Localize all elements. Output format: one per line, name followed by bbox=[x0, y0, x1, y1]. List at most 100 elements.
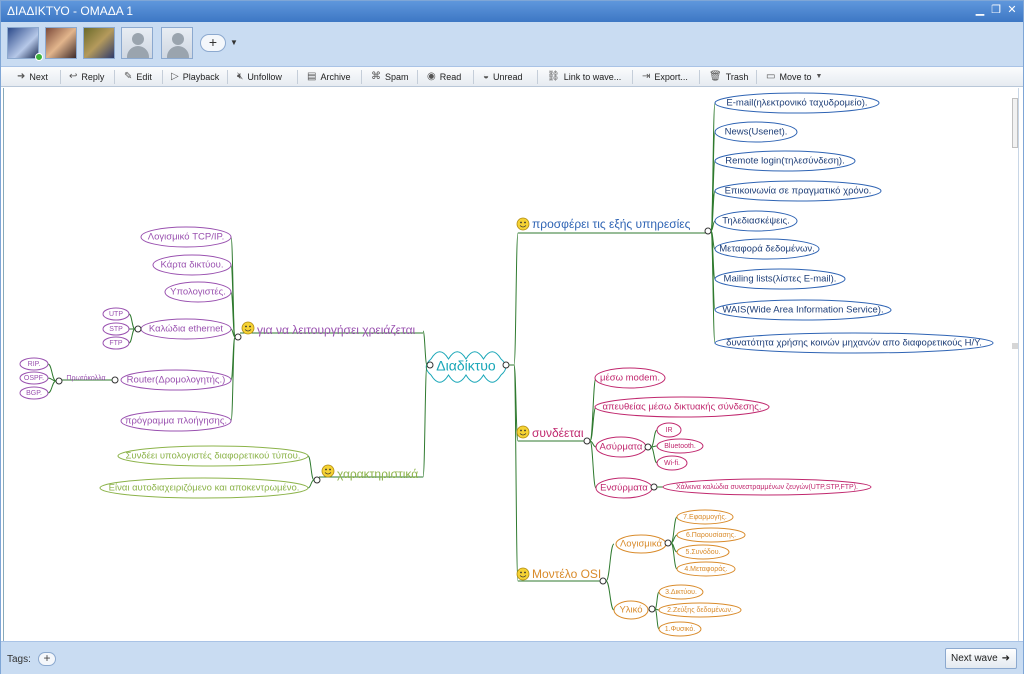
protocol-node[interactable]: RIP. bbox=[19, 357, 49, 371]
software-layer-node[interactable]: 5.Συνόδου. bbox=[676, 544, 730, 560]
protocols-label[interactable]: Πρωτόκολλα bbox=[66, 374, 105, 382]
protocol-node-label: BGP. bbox=[26, 390, 42, 397]
service-node[interactable]: Επικοινωνία σε πραγματικό χρόνο. bbox=[714, 180, 882, 202]
branch-needs[interactable]: για να λειτουργήσει χρειάζεται bbox=[257, 323, 416, 337]
needs-node[interactable]: Λογισμικό TCP/IP. bbox=[140, 226, 232, 248]
add-participant-button[interactable]: + bbox=[200, 34, 226, 52]
needs-node[interactable]: Υπολογιστές. bbox=[164, 281, 232, 303]
needs-node-label: πρόγραμμα πλοήγησης. bbox=[125, 416, 227, 427]
needs-node[interactable]: Κάρτα δικτύου. bbox=[152, 254, 232, 276]
edit-button[interactable]: ✎ Edit bbox=[124, 67, 152, 87]
next-wave-button[interactable]: Next wave ➜ bbox=[945, 648, 1017, 669]
connect-wireless-node[interactable]: Ασύρματα bbox=[595, 436, 647, 458]
protocol-node[interactable]: BGP. bbox=[19, 386, 49, 400]
service-node[interactable]: Μεταφορά δεδομένων. bbox=[714, 238, 820, 260]
avatar[interactable] bbox=[161, 27, 193, 59]
hardware-layer-node[interactable]: 1.Φυσικό. bbox=[658, 621, 702, 637]
add-tag-button[interactable]: + bbox=[38, 652, 56, 666]
avatar[interactable] bbox=[83, 27, 115, 59]
avatar[interactable] bbox=[121, 27, 153, 59]
needs-node[interactable]: πρόγραμμα πλοήγησης. bbox=[120, 410, 232, 432]
connector-line bbox=[605, 543, 615, 582]
collapse-toggle[interactable] bbox=[644, 443, 652, 451]
protocol-node[interactable]: OSPF. bbox=[19, 371, 49, 385]
branch-osi[interactable]: Μοντέλο OSI bbox=[532, 567, 601, 581]
minimize-icon[interactable]: ▁ bbox=[973, 3, 987, 17]
connect-wired-node[interactable]: Ενσύρματα bbox=[595, 477, 653, 499]
service-node[interactable]: E-mail(ηλεκτρονικό ταχυδρομείο). bbox=[714, 92, 880, 114]
feature-node[interactable]: Συνδέει υπολογιστές διαφορετικού τύπου. bbox=[117, 445, 309, 467]
connector-line bbox=[128, 328, 136, 344]
archive-button[interactable]: ▤ Archive bbox=[307, 67, 350, 87]
scrollbar[interactable] bbox=[1012, 98, 1018, 148]
cable-node[interactable]: STP bbox=[102, 322, 130, 336]
next-button[interactable]: ➜ Next bbox=[17, 67, 48, 87]
collapse-toggle[interactable] bbox=[664, 539, 672, 547]
collapse-toggle[interactable] bbox=[650, 483, 658, 491]
avatar[interactable] bbox=[7, 27, 39, 59]
branch-features[interactable]: χαρακτηριστικά bbox=[337, 467, 418, 481]
software-layer-node[interactable]: 4.Μεταφοράς. bbox=[676, 561, 736, 577]
collapse-toggle[interactable] bbox=[134, 325, 142, 333]
collapse-toggle[interactable] bbox=[583, 437, 591, 445]
chevron-down-icon[interactable]: ▼ bbox=[230, 38, 238, 47]
trash-icon: 🗑︎ bbox=[709, 71, 722, 82]
needs-node[interactable]: Router(Δρομολογητής.) bbox=[120, 369, 232, 391]
collapse-toggle[interactable] bbox=[599, 577, 607, 585]
move-to-button[interactable]: ▭ Move to ▼ bbox=[766, 67, 822, 87]
service-node-label: Remote login(τηλεσύνδεση). bbox=[725, 156, 844, 167]
collapse-toggle[interactable] bbox=[313, 476, 321, 484]
wireless-node[interactable]: IR bbox=[656, 422, 682, 438]
close-icon[interactable]: ✕ bbox=[1005, 3, 1019, 17]
service-node[interactable]: News(Usenet). bbox=[714, 121, 798, 143]
read-button[interactable]: ◉ Read bbox=[427, 67, 461, 87]
window-controls: ▁ ❐ ✕ bbox=[973, 3, 1019, 17]
window-title: ΔΙΑΔΙΚΤΥΟ - ΟΜΑΔΑ 1 bbox=[7, 4, 134, 18]
spam-button[interactable]: ⌘ Spam bbox=[371, 67, 409, 87]
avatar[interactable] bbox=[45, 27, 77, 59]
restore-icon[interactable]: ❐ bbox=[989, 3, 1003, 17]
central-node[interactable]: Διαδίκτυο bbox=[425, 351, 507, 383]
collapse-toggle[interactable] bbox=[111, 376, 119, 384]
hardware-layer-node[interactable]: 2.Ζεύξης δεδομένων. bbox=[658, 602, 742, 618]
connector-line bbox=[654, 608, 660, 630]
connect-direct-node[interactable]: απευθείας μέσω δικτυακής σύνδεσης. bbox=[594, 396, 770, 418]
wireless-node[interactable]: Bluetooth. bbox=[656, 438, 704, 454]
export-button[interactable]: ⇥ Export... bbox=[642, 67, 688, 87]
needs-node[interactable]: Καλώδια ethernet bbox=[140, 318, 232, 340]
osi-software-node[interactable]: Λογισμικά bbox=[615, 534, 667, 554]
link-to-wave-button[interactable]: ⛓ Link to wave... bbox=[547, 67, 621, 87]
software-layer-node[interactable]: 6.Παρουσίασης. bbox=[676, 527, 746, 543]
wired-detail-node[interactable]: Χάλκινα καλώδια συνεστραμμένων ζευγών(UT… bbox=[662, 478, 872, 496]
connector-line bbox=[47, 380, 57, 394]
unread-button[interactable]: ◒ Unread bbox=[483, 67, 523, 87]
branch-services[interactable]: προσφέρει τις εξής υπηρεσίες bbox=[532, 217, 691, 231]
feature-node[interactable]: Είναι αυτοδιαχειριζόμενο και αποκεντρωμέ… bbox=[99, 477, 309, 499]
collapse-toggle[interactable] bbox=[502, 361, 510, 369]
service-node-label: News(Usenet). bbox=[725, 127, 788, 138]
cable-node[interactable]: FTP bbox=[102, 336, 130, 350]
service-node[interactable]: δυνατότητα χρήσης κοινών μηχανών απο δια… bbox=[714, 332, 994, 354]
playback-button[interactable]: ▷ Playback bbox=[171, 67, 219, 87]
hardware-layer-node[interactable]: 3.Δικτύου. bbox=[658, 584, 704, 600]
chevron-down-icon: ▼ bbox=[815, 73, 823, 80]
connect-modem-node[interactable]: μέσω modem. bbox=[594, 367, 666, 389]
reply-button[interactable]: ↩ Reply bbox=[69, 67, 104, 87]
service-node[interactable]: Mailing lists(λίστες E-mail). bbox=[714, 268, 846, 290]
unfollow-button[interactable]: 🔇︎ Unfollow bbox=[237, 67, 282, 87]
software-layer-node[interactable]: 7.Εφαρμογής. bbox=[676, 509, 734, 525]
branch-connect[interactable]: συνδέεται bbox=[532, 426, 584, 440]
connector-line bbox=[650, 446, 658, 464]
collapse-toggle[interactable] bbox=[704, 227, 712, 235]
trash-button[interactable]: 🗑︎ Trash bbox=[709, 67, 748, 87]
cable-node[interactable]: UTP bbox=[102, 307, 130, 321]
collapse-toggle[interactable] bbox=[648, 605, 656, 613]
service-node[interactable]: Remote login(τηλεσύνδεση). bbox=[714, 150, 856, 172]
collapse-toggle[interactable] bbox=[55, 377, 63, 385]
service-node[interactable]: WAIS(Wide Area Information Service). bbox=[714, 299, 892, 321]
wireless-node[interactable]: Wi-fi. bbox=[656, 455, 688, 471]
service-node[interactable]: Τηλεδιασκέψεις. bbox=[714, 210, 798, 232]
collapse-toggle[interactable] bbox=[426, 361, 434, 369]
collapse-toggle[interactable] bbox=[234, 333, 242, 341]
osi-hardware-node[interactable]: Υλικό bbox=[613, 600, 649, 620]
